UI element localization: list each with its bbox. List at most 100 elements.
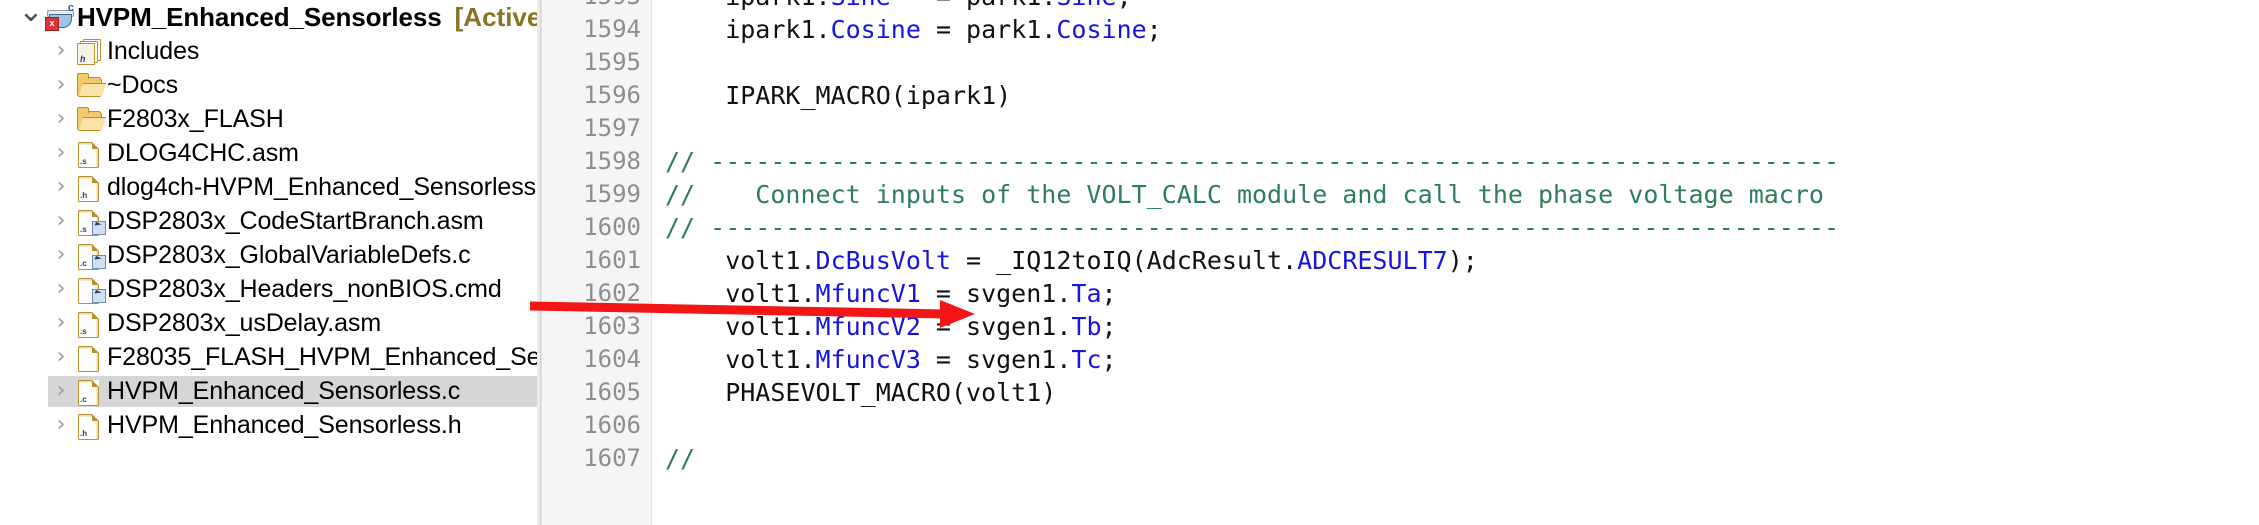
line-number[interactable]: 1595 — [541, 46, 651, 79]
tree-item-label: DSP2803x_usDelay.asm — [107, 309, 382, 337]
folder-icon — [74, 72, 104, 98]
tree-item[interactable]: › .c HVPM_Enhanced_Sensorless.c — [0, 374, 537, 408]
asm-file-icon: .s — [74, 140, 104, 168]
tree-item-label: DLOG4CHC.asm — [107, 139, 299, 167]
ccs-ide-screenshot: ⌄cxHVPM_Enhanced_Sensorless [Active - F28… — [0, 0, 2259, 525]
code-line[interactable]: 1605 PHASEVOLT_MACRO(volt1) — [541, 376, 2259, 409]
code-line-text[interactable]: volt1.MfuncV1 = svgen1.Ta; — [651, 277, 1117, 310]
code-line-text[interactable]: PHASEVOLT_MACRO(volt1) — [651, 376, 1056, 409]
code-token-comment: // -------------------------------------… — [665, 213, 1839, 242]
tree-item[interactable]: › Includes — [0, 34, 537, 68]
tree-item-label: HVPM_Enhanced_Sensorless.c — [107, 377, 461, 405]
chevron-right-icon[interactable]: › — [48, 340, 74, 374]
code-token-member: Tb — [1071, 312, 1102, 341]
line-number[interactable]: 1598 — [541, 145, 651, 178]
tree-item-label: DSP2803x_Headers_nonBIOS.cmd — [107, 275, 502, 303]
code-line-text[interactable]: // Connect inputs of the VOLT_CALC modul… — [651, 178, 1824, 211]
code-line-text[interactable]: volt1.MfuncV3 = svgen1.Tc; — [651, 343, 1116, 376]
code-line[interactable]: 1604 volt1.MfuncV3 = svgen1.Tc; — [541, 343, 2259, 376]
code-token-plain: ; — [1101, 279, 1117, 308]
code-line[interactable]: 1599 // Connect inputs of the VOLT_CALC m… — [541, 178, 2259, 211]
asm-file-linked-icon: .s — [74, 208, 106, 236]
tree-item-label: DSP2803x_GlobalVariableDefs.c — [107, 241, 471, 269]
chevron-right-icon[interactable]: › — [48, 34, 74, 68]
project-explorer-panel[interactable]: ⌄cxHVPM_Enhanced_Sensorless [Active - F28… — [0, 0, 537, 525]
code-line[interactable]: 1596 IPARK_MACRO(ipark1) — [541, 79, 2259, 112]
chevron-down-icon[interactable]: ⌄ — [18, 0, 44, 29]
code-token-member: ADCRESULT7 — [1297, 246, 1448, 275]
code-line[interactable]: 1595 — [541, 46, 2259, 79]
tree-item[interactable]: › .h dlog4ch-HVPM_Enhanced_Sensorless.h — [0, 170, 537, 204]
chevron-right-icon[interactable]: › — [48, 306, 74, 340]
tree-item[interactable]: › .s DSP2803x_usDelay.asm — [0, 306, 537, 340]
code-line[interactable]: 1597 — [541, 112, 2259, 145]
project-tree[interactable]: ⌄cxHVPM_Enhanced_Sensorless [Active - F28… — [0, 0, 537, 442]
code-line[interactable]: 1607 // — [541, 442, 2259, 475]
code-line[interactable]: 1601 volt1.DcBusVolt = _IQ12toIQ(AdcResu… — [541, 244, 2259, 277]
code-token-plain: ); — [1447, 246, 1478, 275]
line-number[interactable]: 1606 — [541, 409, 651, 442]
chevron-right-icon[interactable]: › — [48, 136, 74, 170]
code-line-text[interactable]: IPARK_MACRO(ipark1) — [651, 79, 1011, 112]
code-line[interactable]: 1602 volt1.MfuncV1 = svgen1.Ta; — [541, 277, 2259, 310]
chevron-right-icon[interactable]: › — [48, 374, 74, 408]
code-editor-panel[interactable]: 1593 ipark1.Sine = park1.Sine;1594 ipark… — [541, 0, 2259, 525]
code-line-text[interactable]: volt1.MfuncV2 = svgen1.Tb; — [651, 310, 1116, 343]
chevron-right-icon[interactable]: › — [48, 68, 74, 102]
code-line-text[interactable]: volt1.DcBusVolt = _IQ12toIQ(AdcResult.AD… — [651, 244, 1478, 277]
code-line[interactable]: 1600 // ---------------------------------… — [541, 211, 2259, 244]
tree-item[interactable]: › F2803x_FLASH — [0, 102, 537, 136]
code-token-member: Ta — [1071, 279, 1102, 308]
code-token-plain: volt1. — [665, 279, 816, 308]
line-number[interactable]: 1594 — [541, 13, 651, 46]
tree-item[interactable]: › F28035_FLASH_HVPM_Enhanced_Sensorless.c… — [0, 340, 537, 374]
tree-item-label: F2803x_FLASH — [107, 105, 284, 133]
line-number[interactable]: 1596 — [541, 79, 651, 112]
chevron-right-icon[interactable]: › — [48, 102, 74, 136]
tree-item[interactable]: › .s DSP2803x_CodeStartBranch.asm — [0, 204, 537, 238]
code-token-comment: // Connect inputs of the VOLT_CALC modul… — [665, 180, 1824, 209]
line-number[interactable]: 1602 — [541, 277, 651, 310]
folder-icon — [74, 106, 104, 132]
code-line-text[interactable]: ipark1.Cosine = park1.Cosine; — [651, 13, 1162, 46]
line-number[interactable]: 1603 — [541, 310, 651, 343]
line-number[interactable]: 1600 — [541, 211, 651, 244]
code-token-plain: volt1. — [665, 345, 816, 374]
code-token-plain: volt1. — [665, 246, 816, 275]
code-line[interactable]: 1594 ipark1.Cosine = park1.Cosine; — [541, 13, 2259, 46]
line-number[interactable]: 1593 — [541, 0, 651, 13]
project-root-label: HVPM_Enhanced_Sensorless — [77, 2, 442, 32]
code-line[interactable]: 1598 // ---------------------------------… — [541, 145, 2259, 178]
header-file-icon: .h — [74, 174, 104, 202]
line-number[interactable]: 1599 — [541, 178, 651, 211]
tree-item[interactable]: › .h HVPM_Enhanced_Sensorless.h — [0, 408, 537, 442]
code-line-text[interactable]: ipark1.Sine = park1.Sine; — [651, 0, 1131, 13]
chevron-right-icon[interactable]: › — [48, 272, 74, 306]
tree-item-project-root[interactable]: ⌄cxHVPM_Enhanced_Sensorless [Active - F28… — [0, 0, 537, 34]
line-number[interactable]: 1604 — [541, 343, 651, 376]
code-line[interactable]: 1603 volt1.MfuncV2 = svgen1.Tb; — [541, 310, 2259, 343]
chevron-right-icon[interactable]: › — [48, 408, 74, 442]
chevron-right-icon[interactable]: › — [48, 170, 74, 204]
code-line[interactable]: 1606 — [541, 409, 2259, 442]
c-file-linked-icon: .c — [74, 242, 106, 270]
line-number[interactable]: 1607 — [541, 442, 651, 475]
tree-item[interactable]: › ~Docs — [0, 68, 537, 102]
code-line-text[interactable]: // -------------------------------------… — [651, 211, 1839, 244]
code-line-text[interactable]: // -------------------------------------… — [651, 145, 1839, 178]
cmd-file-linked-icon — [74, 276, 106, 304]
code-token-member: MfuncV2 — [815, 312, 921, 341]
tree-item[interactable]: › .s DLOG4CHC.asm — [0, 136, 537, 170]
line-number[interactable]: 1601 — [541, 244, 651, 277]
chevron-right-icon[interactable]: › — [48, 204, 74, 238]
chevron-right-icon[interactable]: › — [48, 238, 74, 272]
tree-item-label: Includes — [107, 37, 200, 65]
code-lines[interactable]: 1593 ipark1.Sine = park1.Sine;1594 ipark… — [541, 0, 2259, 475]
tree-item[interactable]: › DSP2803x_Headers_nonBIOS.cmd — [0, 272, 537, 306]
code-line-text[interactable]: // — [651, 442, 695, 475]
c-file-icon: .c — [74, 378, 104, 406]
line-number[interactable]: 1605 — [541, 376, 651, 409]
code-line[interactable]: 1593 ipark1.Sine = park1.Sine; — [541, 0, 2259, 13]
line-number[interactable]: 1597 — [541, 112, 651, 145]
tree-item[interactable]: › .c DSP2803x_GlobalVariableDefs.c — [0, 238, 537, 272]
